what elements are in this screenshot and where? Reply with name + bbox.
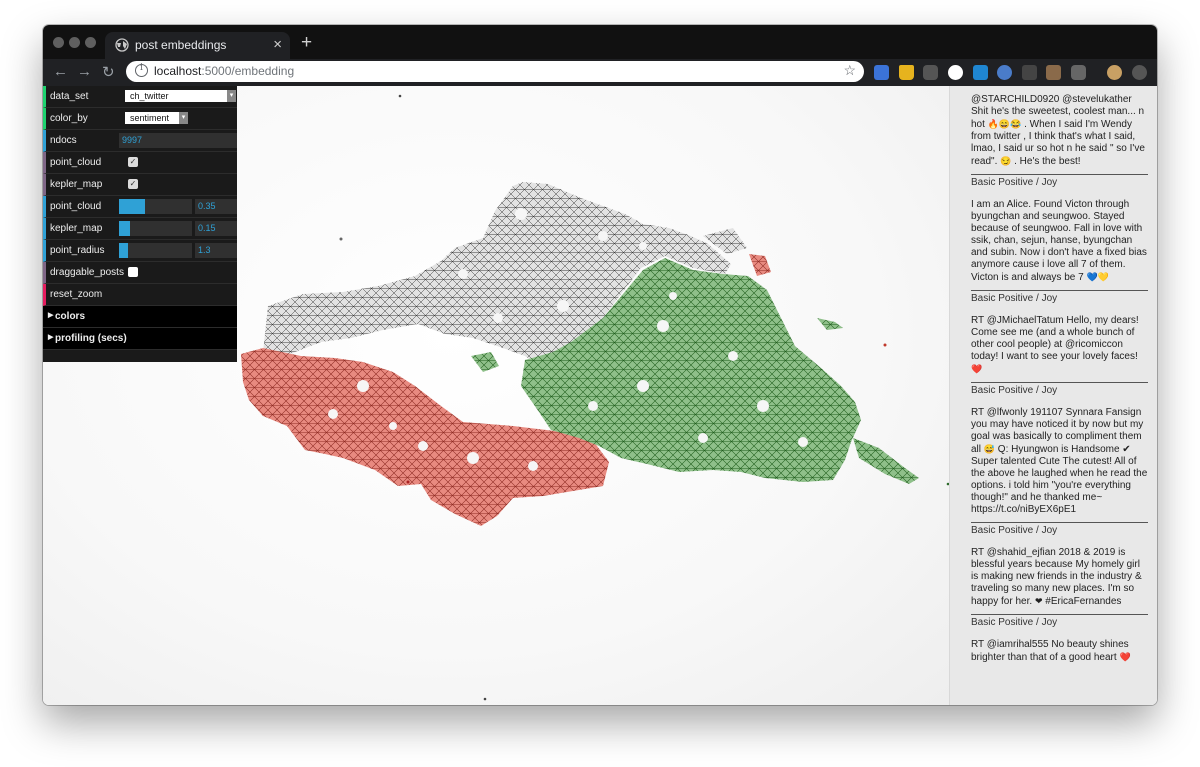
color-by-select[interactable]: sentiment ▾ [125, 112, 188, 124]
post-text: @STARCHILD0920 @stevelukather Shit he's … [971, 86, 1148, 175]
color-by-row: color_by sentiment ▾ [43, 108, 237, 130]
url-text[interactable]: localhost:5000/embedding [154, 64, 294, 78]
s-extension-icon[interactable] [973, 65, 988, 80]
ndocs-row: ndocs 9997 [43, 130, 237, 152]
control-panel: data_set ch_twitter ▾ color_by sentiment ▾… [43, 86, 237, 362]
address-bar[interactable]: localhost:5000/embedding ☆ [126, 61, 864, 82]
post-item[interactable]: RT @iamrihal555 No beauty shines brighte… [950, 631, 1157, 670]
post-item[interactable]: RT @JMichaelTatum Hello, my dears! Come … [950, 307, 1157, 399]
data-set-row: data_set ch_twitter ▾ [43, 86, 237, 108]
point-radius-slider[interactable] [119, 243, 192, 258]
colors-folder[interactable]: ▶ colors [43, 306, 237, 328]
point-cloud-toggle-label: point_cloud [50, 157, 102, 168]
point-radius-value[interactable]: 1.3 [195, 243, 237, 258]
positive-fragment [853, 438, 919, 484]
posts-panel[interactable]: @STARCHILD0920 @stevelukather Shit he's … [949, 86, 1157, 705]
post-item[interactable]: RT @shahid_ejfian 2018 & 2019 is blessfu… [950, 539, 1157, 631]
point-radius-row: point_radius 1.3 [43, 240, 237, 262]
circle-extension-icon[interactable] [997, 65, 1012, 80]
kepler-map-opacity-label: kepler_map [50, 223, 103, 234]
reset-zoom-button[interactable]: reset_zoom [43, 284, 237, 306]
hand-extension-icon[interactable] [1022, 65, 1037, 80]
browser-toolbar: ← → ↻ localhost:5000/embedding ☆ [43, 59, 1157, 86]
point-cloud-opacity-value[interactable]: 0.35 [195, 199, 237, 214]
ndocs-input[interactable]: 9997 [119, 133, 237, 148]
point-cloud-checkbox[interactable]: ✓ [128, 157, 138, 167]
post-sentiment: Basic Positive / Joy [971, 293, 1058, 304]
color-by-label: color_by [50, 113, 88, 124]
chevron-down-icon: ▾ [179, 112, 188, 124]
positive-fragment [817, 318, 843, 330]
badger-extension-icon[interactable] [1046, 65, 1061, 80]
caret-right-icon: ▶ [48, 334, 54, 341]
post-sentiment: Basic Positive / Joy [971, 525, 1058, 536]
reset-zoom-label: reset_zoom [50, 289, 103, 300]
tab-title: post embeddings [135, 38, 227, 52]
tab-strip: post embeddings × + [43, 25, 1157, 59]
profiling-folder-label: profiling (secs) [55, 333, 127, 344]
kepler-map-checkbox[interactable]: ✓ [128, 179, 138, 189]
post-item[interactable]: @STARCHILD0920 @stevelukather Shit he's … [950, 86, 1157, 191]
negative-fragment [749, 254, 771, 276]
post-text: I am an Alice. Found Victon through byun… [971, 191, 1148, 291]
colors-folder-label: colors [55, 311, 86, 322]
data-set-label: data_set [50, 91, 89, 102]
draggable-posts-checkbox[interactable] [128, 267, 138, 277]
point-cloud-opacity-label: point_cloud [50, 201, 102, 212]
post-sentiment: Basic Positive / Joy [971, 177, 1058, 188]
positive-fragment [471, 352, 499, 372]
tab-post-embeddings[interactable]: post embeddings × [105, 32, 290, 59]
bookmark-star-icon[interactable]: ☆ [843, 62, 856, 79]
ndocs-label: ndocs [50, 135, 77, 146]
point-radius-label: point_radius [50, 245, 105, 256]
draggable-posts-label: draggable_posts [50, 267, 124, 278]
shield-extension-icon[interactable] [1071, 65, 1086, 80]
draggable-posts-row: draggable_posts [43, 262, 237, 284]
point-cloud-opacity-row: point_cloud 0.35 [43, 196, 237, 218]
point-cloud-toggle-row: point_cloud ✓ [43, 152, 237, 174]
close-tab-icon[interactable]: × [273, 36, 282, 53]
avatar[interactable] [1107, 65, 1122, 80]
page-content: data_set ch_twitter ▾ color_by sentiment ▾… [43, 86, 1157, 705]
translate-extension-icon[interactable] [874, 65, 889, 80]
back-icon[interactable]: ← [53, 63, 68, 80]
post-item[interactable]: RT @lfwonly 191107 Synnara Fansign you m… [950, 399, 1157, 539]
globe-icon [115, 38, 129, 52]
kepler-map-toggle-label: kepler_map [50, 179, 103, 190]
reload-icon[interactable]: ↻ [102, 63, 115, 81]
pocket-extension-icon[interactable] [923, 65, 938, 80]
info-icon[interactable] [135, 63, 148, 77]
close-window-button[interactable] [53, 37, 64, 48]
kepler-map-opacity-row: kepler_map 0.15 [43, 218, 237, 240]
zoom-window-button[interactable] [85, 37, 96, 48]
chevron-down-icon: ▾ [227, 90, 236, 102]
new-tab-button[interactable]: + [301, 32, 312, 54]
search-extension-icon[interactable] [948, 65, 963, 80]
minimize-window-button[interactable] [69, 37, 80, 48]
post-text: RT @lfwonly 191107 Synnara Fansign you m… [971, 399, 1148, 523]
kepler-map-opacity-value[interactable]: 0.15 [195, 221, 237, 236]
browser-window: post embeddings × + ← → ↻ localhost:5000… [43, 25, 1157, 705]
lock-extension-icon[interactable] [899, 65, 914, 80]
post-item[interactable]: I am an Alice. Found Victon through byun… [950, 191, 1157, 307]
post-text: RT @JMichaelTatum Hello, my dears! Come … [971, 307, 1148, 383]
kepler-map-opacity-slider[interactable] [119, 221, 192, 236]
kepler-map-toggle-row: kepler_map ✓ [43, 174, 237, 196]
data-set-select[interactable]: ch_twitter ▾ [125, 90, 236, 102]
post-text: RT @shahid_ejfian 2018 & 2019 is blessfu… [971, 539, 1148, 615]
post-sentiment: Basic Positive / Joy [971, 385, 1058, 396]
menu-extension-icon[interactable] [1132, 65, 1147, 80]
post-sentiment: Basic Positive / Joy [971, 617, 1058, 628]
forward-icon[interactable]: → [77, 63, 92, 80]
caret-right-icon: ▶ [48, 312, 54, 319]
point-cloud-opacity-slider[interactable] [119, 199, 192, 214]
post-text: RT @iamrihal555 No beauty shines brighte… [971, 639, 1131, 663]
profiling-folder[interactable]: ▶ profiling (secs) [43, 328, 237, 350]
